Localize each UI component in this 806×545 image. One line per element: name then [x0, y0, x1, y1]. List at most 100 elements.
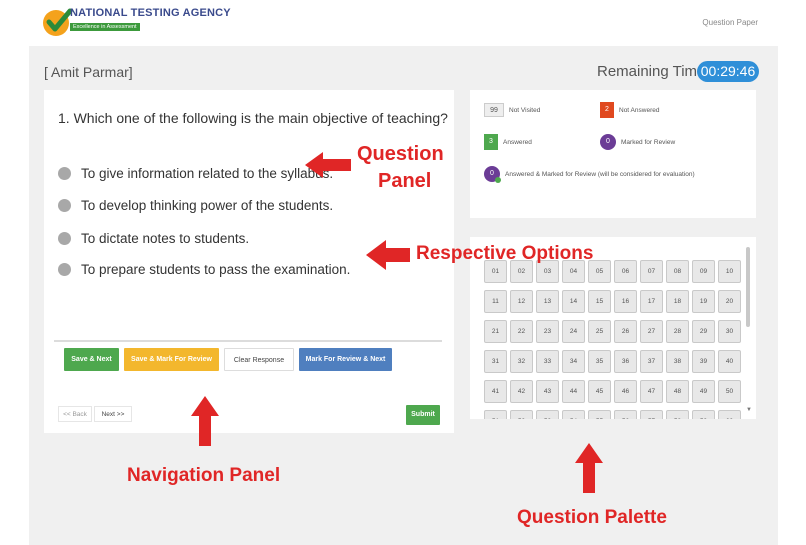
annotation-navigation-panel: Navigation Panel [127, 465, 281, 486]
next-button[interactable]: Next >> [94, 406, 132, 422]
save-next-button[interactable]: Save & Next [64, 348, 119, 371]
palette-question-button[interactable]: 16 [614, 290, 637, 313]
palette-question-button[interactable]: 30 [718, 320, 741, 343]
palette-question-button[interactable]: 40 [718, 350, 741, 373]
palette-question-button[interactable]: 24 [562, 320, 585, 343]
palette-question-button[interactable]: 31 [484, 350, 507, 373]
palette-question-button[interactable]: 53 [536, 410, 559, 419]
radio-button[interactable] [58, 198, 71, 212]
palette-question-button[interactable]: 32 [510, 350, 533, 373]
palette-question-button[interactable]: 39 [692, 350, 715, 373]
radio-button[interactable] [58, 262, 71, 276]
annotation-respective-options: Respective Options [416, 243, 594, 264]
save-mark-review-button[interactable]: Save & Mark For Review [124, 348, 219, 371]
radio-button[interactable] [58, 166, 71, 180]
palette-question-button[interactable]: 26 [614, 320, 637, 343]
answered-icon: 3 [484, 134, 498, 150]
palette-question-button[interactable]: 13 [536, 290, 559, 313]
palette-question-button[interactable]: 37 [640, 350, 663, 373]
option-3[interactable]: To dictate notes to students. [58, 229, 249, 247]
answered-marked-icon: 0 [484, 166, 501, 183]
marked-review-icon: 0 [600, 134, 616, 150]
options-arrow-icon [366, 240, 410, 270]
option-1[interactable]: To give information related to the sylla… [58, 164, 333, 182]
option-4[interactable]: To prepare students to pass the examinat… [58, 260, 350, 278]
palette-question-button[interactable]: 56 [614, 410, 637, 419]
palette-question-button[interactable]: 46 [614, 380, 637, 403]
palette-question-button[interactable]: 12 [510, 290, 533, 313]
palette-scrollbar[interactable] [746, 247, 750, 327]
not-answered-icon: 2 [600, 102, 614, 118]
option-2[interactable]: To develop thinking power of the student… [58, 196, 333, 214]
legend-label: Marked for Review [621, 138, 676, 146]
palette-question-button[interactable]: 41 [484, 380, 507, 403]
palette-question-button[interactable]: 43 [536, 380, 559, 403]
option-label: To dictate notes to students. [81, 230, 250, 246]
legend-answered-marked: 0 Answered & Marked for Review (will be … [484, 166, 695, 183]
legend-not-answered: 2 Not Answered [600, 102, 659, 118]
palette-question-button[interactable]: 51 [484, 410, 507, 419]
radio-button[interactable] [58, 231, 71, 245]
palette-question-button[interactable]: 18 [666, 290, 689, 313]
palette-question-button[interactable]: 25 [588, 320, 611, 343]
palette-question-button[interactable]: 15 [588, 290, 611, 313]
palette-question-button[interactable]: 14 [562, 290, 585, 313]
palette-question-button[interactable]: 35 [588, 350, 611, 373]
legend-label: Answered [503, 138, 532, 146]
scroll-down-icon[interactable]: ▼ [746, 407, 752, 413]
submit-button[interactable]: Submit [406, 405, 440, 425]
palette-question-button[interactable]: 07 [640, 260, 663, 283]
legend-marked-review: 0 Marked for Review [600, 134, 675, 150]
palette-question-button[interactable]: 45 [588, 380, 611, 403]
palette-question-button[interactable]: 58 [666, 410, 689, 419]
option-label: To prepare students to pass the examinat… [81, 261, 351, 277]
agency-tagline: Excellence in Assessment [70, 23, 140, 31]
palette-question-button[interactable]: 19 [692, 290, 715, 313]
palette-question-button[interactable]: 57 [640, 410, 663, 419]
question-paper-link[interactable]: Question Paper [702, 18, 758, 27]
agency-name: NATIONAL TESTING AGENCY [70, 7, 231, 19]
palette-question-button[interactable]: 06 [614, 260, 637, 283]
palette-question-button[interactable]: 08 [666, 260, 689, 283]
palette-question-button[interactable]: 44 [562, 380, 585, 403]
question-panel-arrow-icon [305, 152, 351, 178]
remaining-time: 00:29:46 [697, 61, 759, 82]
palette-question-button[interactable]: 23 [536, 320, 559, 343]
palette-question-button[interactable]: 22 [510, 320, 533, 343]
navigation-arrow-icon [191, 396, 219, 446]
palette-question-button[interactable]: 59 [692, 410, 715, 419]
palette-question-button[interactable]: 20 [718, 290, 741, 313]
palette-question-button[interactable]: 36 [614, 350, 637, 373]
mark-review-next-button[interactable]: Mark For Review & Next [299, 348, 392, 371]
palette-question-button[interactable]: 17 [640, 290, 663, 313]
palette-question-button[interactable]: 21 [484, 320, 507, 343]
palette-question-button[interactable]: 33 [536, 350, 559, 373]
legend-label: Answered & Marked for Review (will be co… [505, 170, 695, 178]
option-label: To develop thinking power of the student… [81, 197, 334, 213]
palette-question-button[interactable]: 55 [588, 410, 611, 419]
clear-response-button[interactable]: Clear Response [224, 348, 294, 371]
palette-question-button[interactable]: 49 [692, 380, 715, 403]
palette-question-button[interactable]: 54 [562, 410, 585, 419]
palette-question-button[interactable]: 09 [692, 260, 715, 283]
palette-question-button[interactable]: 47 [640, 380, 663, 403]
palette-question-button[interactable]: 42 [510, 380, 533, 403]
palette-question-button[interactable]: 38 [666, 350, 689, 373]
question-text: 1. Which one of the following is the mai… [58, 110, 448, 126]
palette-question-button[interactable]: 11 [484, 290, 507, 313]
back-button[interactable]: << Back [58, 406, 92, 422]
palette-arrow-icon [575, 443, 603, 493]
legend-not-visited: 99 Not Visited [484, 103, 540, 117]
palette-question-button[interactable]: 27 [640, 320, 663, 343]
palette-question-button[interactable]: 48 [666, 380, 689, 403]
palette-question-button[interactable]: 50 [718, 380, 741, 403]
palette-question-button[interactable]: 60 [718, 410, 741, 419]
annotation-question-panel-2: Panel [378, 170, 432, 192]
palette-question-button[interactable]: 28 [666, 320, 689, 343]
legend-label: Not Answered [619, 106, 660, 114]
top-bar: NATIONAL TESTING AGENCY Excellence in As… [0, 0, 806, 46]
palette-question-button[interactable]: 10 [718, 260, 741, 283]
palette-question-button[interactable]: 29 [692, 320, 715, 343]
palette-question-button[interactable]: 34 [562, 350, 585, 373]
palette-question-button[interactable]: 52 [510, 410, 533, 419]
